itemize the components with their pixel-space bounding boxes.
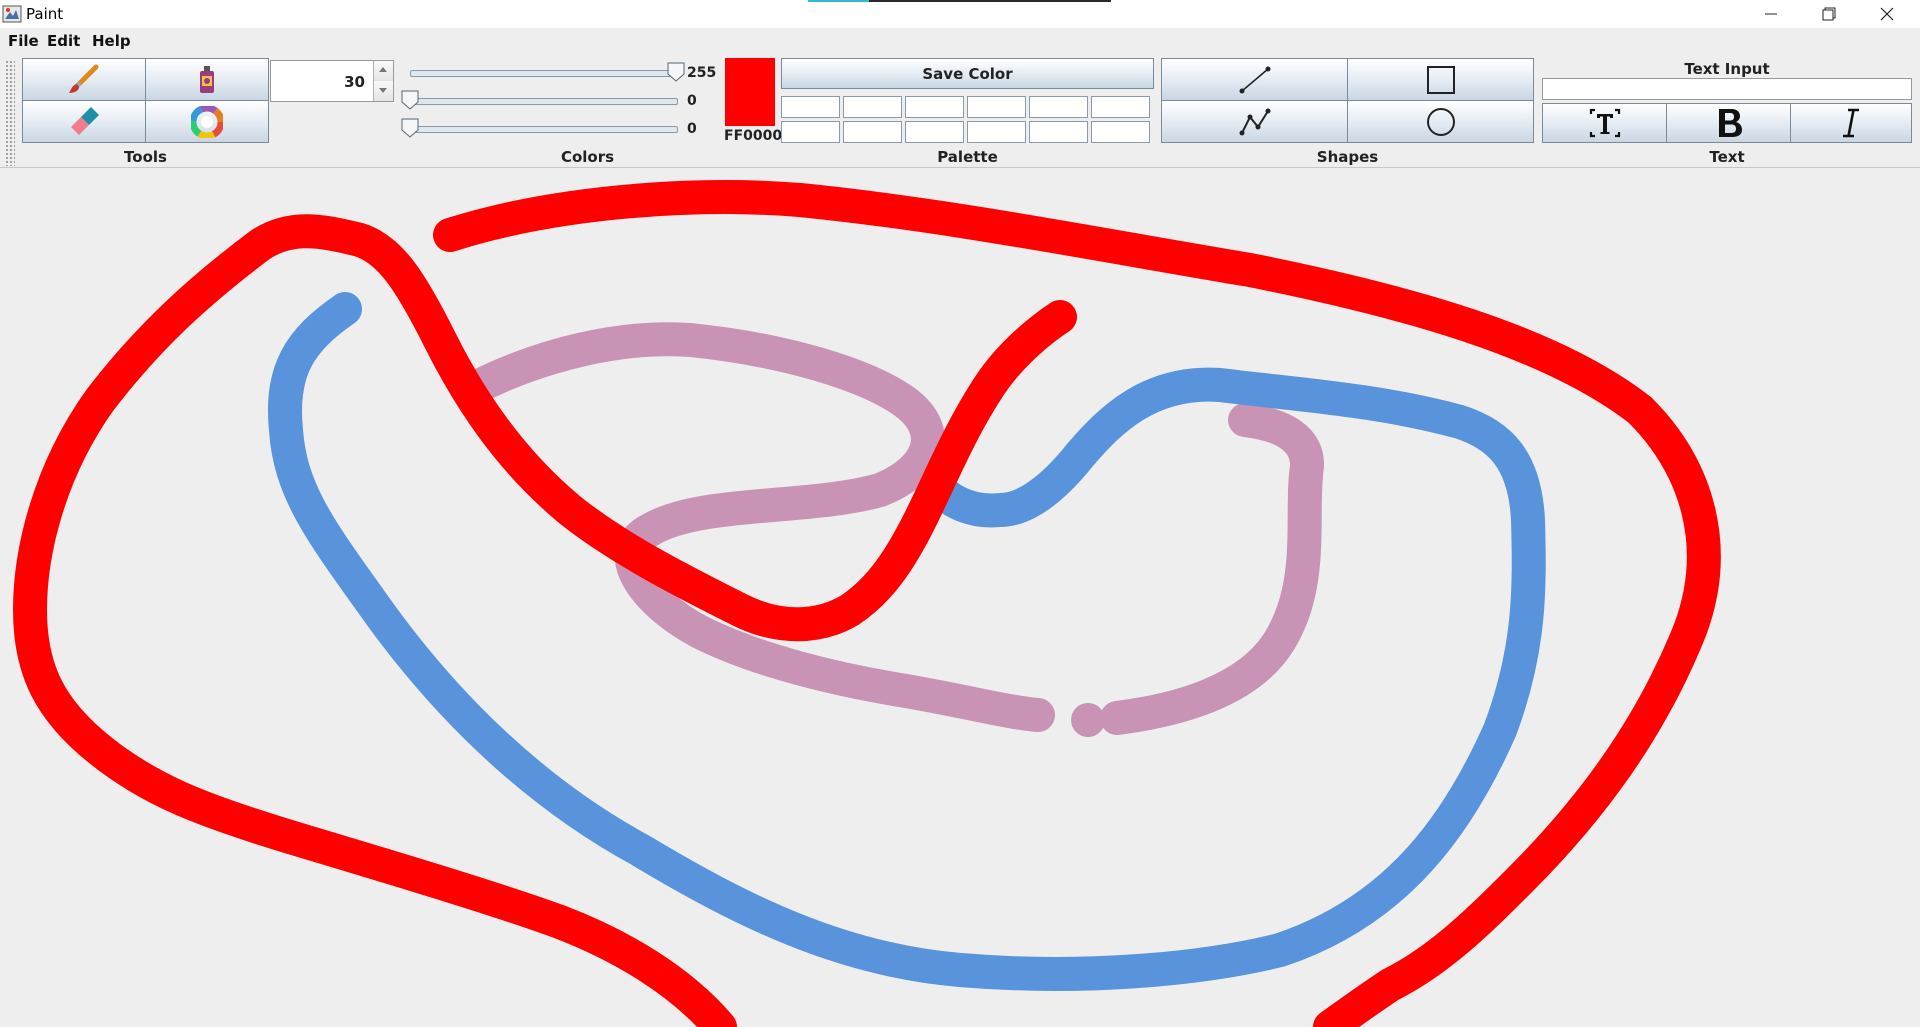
chevron-up-icon (379, 67, 387, 72)
brush-tool-button[interactable] (22, 58, 146, 101)
palette-slot[interactable] (843, 121, 902, 143)
red-slider-thumb[interactable] (667, 62, 685, 82)
shapes-group-label: Shapes (1316, 148, 1379, 166)
palette-slot[interactable] (1091, 121, 1150, 143)
blue-slider-track[interactable] (410, 126, 678, 133)
spray-can-icon (200, 65, 214, 93)
palette-slot[interactable] (1029, 121, 1088, 143)
red-slider-track[interactable] (410, 70, 678, 77)
color-picker-button[interactable] (145, 100, 269, 143)
italic-icon (1843, 108, 1859, 138)
colors-group-label: Colors (560, 148, 615, 166)
palette-slot[interactable] (781, 96, 840, 118)
palette-slot[interactable] (1091, 96, 1150, 118)
palette-slot[interactable] (967, 121, 1026, 143)
green-slider-track[interactable] (410, 98, 678, 105)
pink-dot (1071, 703, 1105, 737)
polyline-tool-button[interactable] (1161, 100, 1348, 143)
italic-button[interactable] (1790, 103, 1912, 143)
text-tool-button[interactable] (1542, 103, 1667, 143)
bold-icon (1718, 109, 1742, 137)
line-tool-button[interactable] (1161, 58, 1348, 101)
close-icon (1880, 7, 1894, 21)
menu-edit[interactable]: Edit (47, 32, 80, 50)
line-icon (1239, 66, 1270, 93)
color-wheel-icon (191, 105, 223, 138)
green-value: 0 (687, 93, 697, 109)
circle-tool-button[interactable] (1347, 100, 1534, 143)
brush-size-spinner[interactable]: 30 (270, 60, 394, 102)
paint-app-icon (2, 5, 22, 23)
current-color-hex: FF0000 (724, 128, 783, 144)
blue-value: 0 (687, 121, 697, 137)
pink-stroke-right (1100, 403, 1324, 735)
palette-slot[interactable] (967, 96, 1026, 118)
title-accent-bar (808, 0, 1111, 2)
palette-slot[interactable] (905, 96, 964, 118)
text-input-field[interactable] (1542, 78, 1912, 100)
green-slider-thumb[interactable] (401, 90, 419, 110)
palette-group-label: Palette (937, 148, 998, 166)
palette-slot[interactable] (905, 121, 964, 143)
eraser-icon (71, 106, 99, 135)
red-value: 255 (687, 65, 717, 81)
canvas-strokes (13, 180, 1721, 1027)
bold-button[interactable] (1666, 103, 1791, 143)
save-color-button[interactable]: Save Color (781, 58, 1154, 89)
window-title: Paint (26, 5, 64, 23)
text-box-icon (1589, 108, 1620, 138)
toolbar-grip[interactable] (5, 60, 15, 166)
eraser-tool-button[interactable] (22, 100, 146, 143)
toolbar: 30 Tools 255 0 0 FF0000 Colors Save Colo… (0, 56, 1920, 168)
tools-group-label: Tools (124, 148, 167, 166)
palette-slot[interactable] (843, 96, 902, 118)
palette-slot[interactable] (781, 121, 840, 143)
menu-bar: File Edit Help (0, 28, 1920, 54)
polyline-icon (1239, 108, 1270, 135)
palette-slot[interactable] (1029, 96, 1088, 118)
red-stroke (13, 180, 1721, 1027)
brush-icon (69, 64, 99, 93)
blue-slider-thumb[interactable] (401, 118, 419, 138)
menu-help[interactable]: Help (92, 32, 131, 50)
brush-size-value[interactable]: 30 (344, 73, 365, 91)
chevron-down-icon (379, 88, 387, 93)
menu-file[interactable]: File (8, 32, 39, 50)
restore-button[interactable] (1800, 0, 1858, 28)
paint-window: Paint File Edit Help 30 Tools 255 0 0 FF… (0, 0, 1920, 1027)
rectangle-tool-button[interactable] (1347, 58, 1534, 101)
pink-stroke (458, 322, 1055, 732)
circle-icon (1426, 107, 1455, 136)
spinner-up-button[interactable] (373, 61, 393, 81)
rectangle-icon (1426, 65, 1455, 94)
close-button[interactable] (1858, 0, 1916, 28)
spray-tool-button[interactable] (145, 58, 269, 101)
title-bar: Paint (0, 0, 1920, 28)
toolbar-divider (0, 167, 1920, 168)
restore-icon (1822, 7, 1836, 21)
drawing-canvas[interactable] (0, 170, 1920, 1027)
current-color-swatch (725, 58, 775, 126)
minimize-icon (1765, 13, 1777, 15)
minimize-button[interactable] (1742, 0, 1800, 28)
text-input-label: Text Input (1684, 60, 1770, 78)
text-group-label: Text (1709, 148, 1745, 166)
spinner-down-button[interactable] (373, 81, 393, 101)
